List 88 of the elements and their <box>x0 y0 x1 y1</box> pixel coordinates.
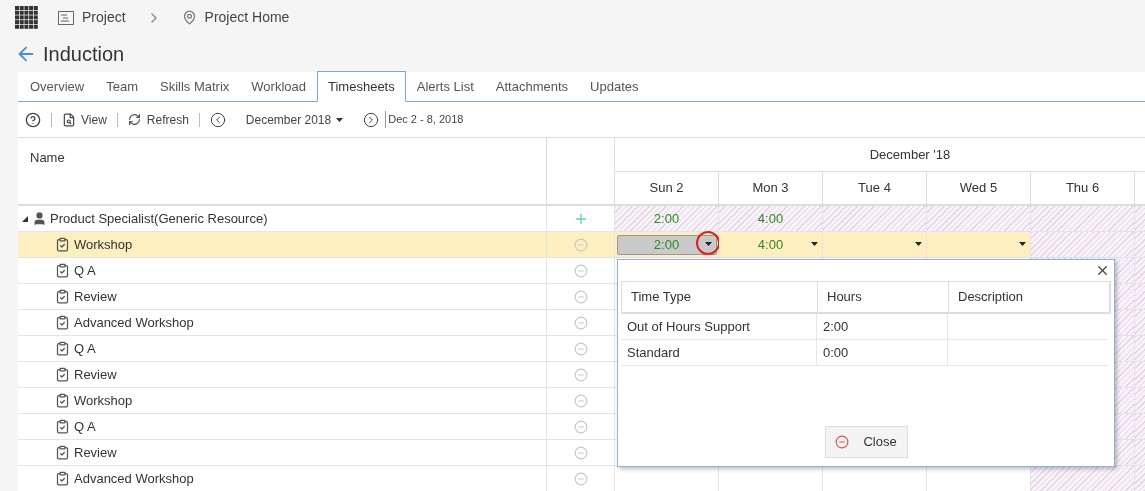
popup-column-header: Time Type <box>631 288 691 307</box>
task-icon <box>55 445 70 460</box>
row-name: Review <box>74 287 117 306</box>
non-working-cell <box>1135 466 1145 491</box>
month-header: December '18 <box>868 145 951 164</box>
row-name: Q A <box>74 339 96 358</box>
task-icon <box>55 393 70 408</box>
task-icon <box>55 419 70 434</box>
task-icon <box>55 341 70 356</box>
tab[interactable]: Alerts List <box>405 72 485 101</box>
person-icon <box>32 211 47 226</box>
tab[interactable]: Attachments <box>484 72 580 101</box>
time-type-cell-text: Standard <box>627 343 680 362</box>
tab[interactable]: Timesheets <box>317 71 406 102</box>
location-pin-icon <box>181 10 197 25</box>
remove-icon[interactable] <box>573 471 588 486</box>
row-name: Product Specialist(Generic Resource) <box>50 209 268 228</box>
row-name: Advanced Workshop <box>74 469 194 488</box>
remove-icon[interactable] <box>573 289 588 304</box>
remove-icon[interactable] <box>573 445 588 460</box>
day-header: Thu 6 <box>1065 179 1100 198</box>
row-name: Workshop <box>74 391 133 410</box>
remove-icon[interactable] <box>573 237 588 252</box>
day-header: Mon 3 <box>752 179 789 198</box>
non-working-cell <box>1135 232 1145 258</box>
non-working-cell[interactable] <box>1031 466 1135 491</box>
hours-value: 2:00 <box>653 209 680 228</box>
remove-icon[interactable] <box>573 393 588 408</box>
refresh-icon <box>127 113 141 126</box>
day-header: Sun 2 <box>649 179 684 198</box>
date-range: Dec 2 - 8, 2018 <box>385 111 464 128</box>
view-button[interactable]: View <box>62 110 107 129</box>
next-icon[interactable] <box>363 111 380 128</box>
time-type-cell-text: Out of Hours Support <box>627 317 750 336</box>
non-working-cell[interactable] <box>1031 232 1135 258</box>
hours-value: 4:00 <box>757 235 784 254</box>
app-grid-icon[interactable] <box>15 6 38 29</box>
day-header: Tue 4 <box>858 179 891 198</box>
task-icon <box>55 367 70 382</box>
close-button[interactable]: Close <box>824 426 908 458</box>
hours-value: 4:00 <box>757 209 784 228</box>
task-icon <box>55 237 70 252</box>
dropdown-caret-icon[interactable] <box>1019 242 1026 246</box>
tab[interactable]: Workload <box>240 72 317 101</box>
close-icon[interactable] <box>1095 263 1110 278</box>
row-name: Review <box>74 443 117 462</box>
day-cell[interactable]: 4:00 <box>719 232 823 258</box>
popup-column-header: Hours <box>827 288 862 307</box>
row-name: Q A <box>74 261 96 280</box>
view-icon <box>62 112 76 127</box>
tab[interactable]: Team <box>95 72 149 101</box>
help-icon[interactable] <box>25 111 41 128</box>
popup-column-header: Description <box>958 288 1024 307</box>
breadcrumb-link[interactable]: Project <box>58 7 126 28</box>
task-icon <box>55 315 70 330</box>
project-icon <box>58 10 74 25</box>
dropdown-caret-icon[interactable] <box>704 241 712 246</box>
tab[interactable]: Skills Matrix <box>149 72 241 101</box>
hours-cell-text: 0:00 <box>823 343 849 362</box>
month-dropdown[interactable]: December 2018 <box>245 110 344 129</box>
row-name: Workshop <box>74 235 133 254</box>
row-name: Q A <box>74 417 96 436</box>
minus-circle-icon <box>835 435 850 449</box>
task-icon <box>55 471 70 486</box>
remove-icon[interactable] <box>573 263 588 278</box>
expand-triangle-icon[interactable] <box>22 215 28 222</box>
hours-cell-text: 2:00 <box>823 317 849 336</box>
caret-icon <box>336 117 344 122</box>
remove-icon[interactable] <box>573 341 588 356</box>
day-header: Wed 5 <box>959 179 998 198</box>
day-cell[interactable] <box>823 232 927 258</box>
tab[interactable]: Updates <box>579 72 650 101</box>
dropdown-caret-icon[interactable] <box>915 242 922 246</box>
task-icon <box>55 263 70 278</box>
tab[interactable]: Overview <box>19 72 96 101</box>
column-header: Name <box>30 150 65 165</box>
dropdown-caret-icon[interactable] <box>811 242 818 246</box>
page-title: Induction <box>43 41 125 67</box>
refresh-button[interactable]: Refresh <box>127 110 189 129</box>
previous-icon[interactable] <box>209 111 226 128</box>
breadcrumb-link[interactable]: Project Home <box>181 7 290 28</box>
remove-icon[interactable] <box>573 367 588 382</box>
task-icon <box>55 289 70 304</box>
row-name: Advanced Workshop <box>74 313 194 332</box>
row-name: Review <box>74 365 117 384</box>
day-cell[interactable] <box>927 232 1031 258</box>
remove-icon[interactable] <box>573 419 588 434</box>
remove-icon[interactable] <box>573 315 588 330</box>
